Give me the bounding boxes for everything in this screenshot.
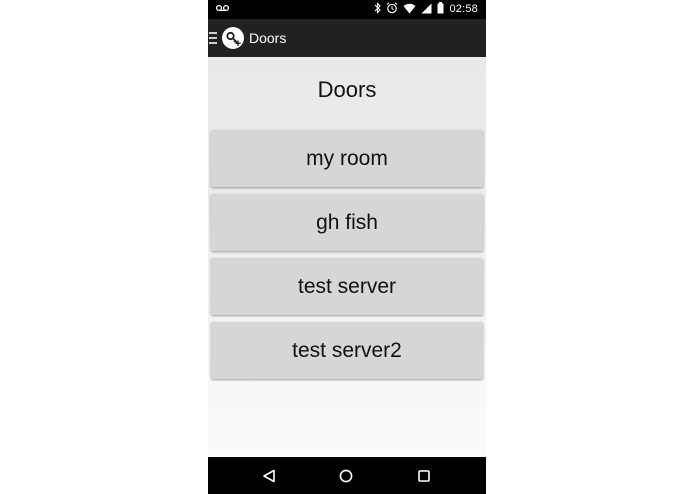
battery-icon bbox=[437, 2, 444, 17]
status-left bbox=[215, 3, 230, 15]
door-button-gh-fish[interactable]: gh fish bbox=[211, 194, 483, 251]
status-bar: 02:58 bbox=[208, 0, 486, 19]
voicemail-icon bbox=[215, 3, 230, 15]
door-button-test-server2[interactable]: test server2 bbox=[211, 322, 483, 379]
home-icon[interactable] bbox=[336, 466, 356, 486]
doors-content: Doors my room gh fish test server test s… bbox=[208, 57, 486, 457]
page-title: Doors bbox=[317, 77, 377, 102]
bluetooth-icon bbox=[374, 2, 382, 17]
signal-icon bbox=[421, 3, 432, 17]
recents-icon[interactable] bbox=[414, 466, 434, 486]
door-button-test-server[interactable]: test server bbox=[211, 258, 483, 315]
wifi-icon bbox=[403, 3, 416, 17]
door-button-my-room[interactable]: my room bbox=[211, 130, 483, 187]
navigation-bar bbox=[208, 457, 486, 494]
action-bar: Doors bbox=[208, 19, 486, 57]
action-bar-title: Doors bbox=[249, 30, 287, 46]
phone-screen: 02:58 Doors Doors my room gh fish test s… bbox=[208, 0, 486, 494]
clock-time: 02:58 bbox=[449, 3, 478, 15]
status-right: 02:58 bbox=[374, 2, 478, 17]
app-key-icon[interactable] bbox=[222, 27, 244, 49]
drawer-icon[interactable] bbox=[208, 32, 220, 44]
back-icon[interactable] bbox=[259, 466, 279, 486]
alarm-icon bbox=[386, 2, 398, 17]
